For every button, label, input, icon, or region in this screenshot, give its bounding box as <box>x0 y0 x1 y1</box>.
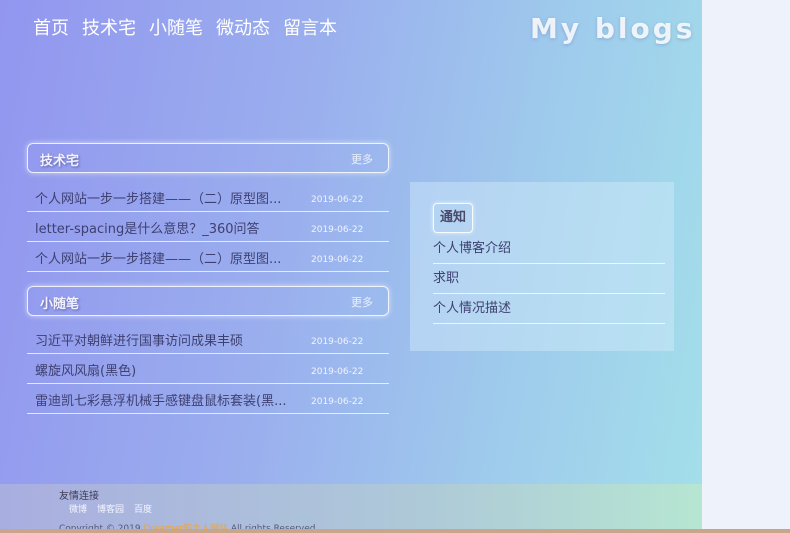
main-nav: 首页 技术宅 小随笔 微动态 留言本 <box>33 17 337 41</box>
post-title-link[interactable]: letter-spacing是什么意思？_360问答 <box>35 218 299 237</box>
post-date: 2019-06-22 <box>311 255 364 265</box>
section-title: 小随笔 <box>40 297 80 312</box>
post-title-link[interactable]: 个人网站一步一步搭建——（二）原型图... <box>35 248 299 267</box>
notice-item[interactable]: 个人情况描述 <box>433 294 665 324</box>
side-blank-area <box>702 0 790 533</box>
post-title-link[interactable]: 个人网站一步一步搭建——（二）原型图... <box>35 188 299 207</box>
post-title-link[interactable]: 雷迪凯七彩悬浮机械手感键盘鼠标套装(黑... <box>35 390 299 409</box>
more-link[interactable]: 更多 <box>351 294 373 310</box>
section-header-tech: 技术宅 更多 <box>27 143 389 173</box>
more-link[interactable]: 更多 <box>351 151 373 167</box>
post-date: 2019-06-22 <box>311 225 364 235</box>
nav-home[interactable]: 首页 <box>33 17 69 41</box>
nav-tech[interactable]: 技术宅 <box>82 17 136 41</box>
section-title: 技术宅 <box>40 154 80 169</box>
post-date: 2019-06-22 <box>311 195 364 205</box>
post-date: 2019-06-22 <box>311 397 364 407</box>
nav-moments[interactable]: 微动态 <box>216 17 270 41</box>
blog-page: 首页 技术宅 小随笔 微动态 留言本 My blogs 技术宅 更多 个人网站一… <box>0 0 702 533</box>
post-row: 雷迪凯七彩悬浮机械手感键盘鼠标套装(黑... 2019-06-22 <box>27 384 389 414</box>
section-header-essays: 小随笔 更多 <box>27 286 389 316</box>
friend-link-baidu[interactable]: 百度 <box>134 502 152 515</box>
friend-link-weibo[interactable]: 微博 <box>69 502 87 515</box>
post-date: 2019-06-22 <box>311 367 364 377</box>
post-row: letter-spacing是什么意思？_360问答 2019-06-22 <box>27 212 389 242</box>
friend-links-label: 友情连接 <box>59 491 99 502</box>
nav-guestbook[interactable]: 留言本 <box>283 17 337 41</box>
post-date: 2019-06-22 <box>311 337 364 347</box>
post-list-tech: 个人网站一步一步搭建——（二）原型图... 2019-06-22 letter-… <box>27 182 389 272</box>
post-list-essays: 习近平对朝鲜进行国事访问成果丰硕 2019-06-22 螺旋风风扇(黑色) 20… <box>27 324 389 414</box>
post-title-link[interactable]: 螺旋风风扇(黑色) <box>35 360 299 379</box>
post-row: 螺旋风风扇(黑色) 2019-06-22 <box>27 354 389 384</box>
friend-link-cnblogs[interactable]: 博客园 <box>97 502 124 515</box>
site-brand: My blogs <box>530 12 696 45</box>
notice-title: 通知 <box>433 203 474 233</box>
notice-panel: 通知 个人博客介绍 求职 个人情况描述 <box>410 182 674 351</box>
post-row: 习近平对朝鲜进行国事访问成果丰硕 2019-06-22 <box>27 324 389 354</box>
friend-links: 微博 博客园 百度 <box>69 502 152 515</box>
post-row: 个人网站一步一步搭建——（二）原型图... 2019-06-22 <box>27 242 389 272</box>
post-title-link[interactable]: 习近平对朝鲜进行国事访问成果丰硕 <box>35 330 299 349</box>
notice-list: 个人博客介绍 求职 个人情况描述 <box>433 234 665 324</box>
notice-item[interactable]: 求职 <box>433 264 665 294</box>
site-footer: 友情连接 微博 博客园 百度 Copyright © 2019 Dreamer的… <box>0 484 702 533</box>
window-bottom-edge <box>0 529 790 533</box>
post-row: 个人网站一步一步搭建——（二）原型图... 2019-06-22 <box>27 182 389 212</box>
notice-item[interactable]: 个人博客介绍 <box>433 234 665 264</box>
nav-essays[interactable]: 小随笔 <box>149 17 203 41</box>
